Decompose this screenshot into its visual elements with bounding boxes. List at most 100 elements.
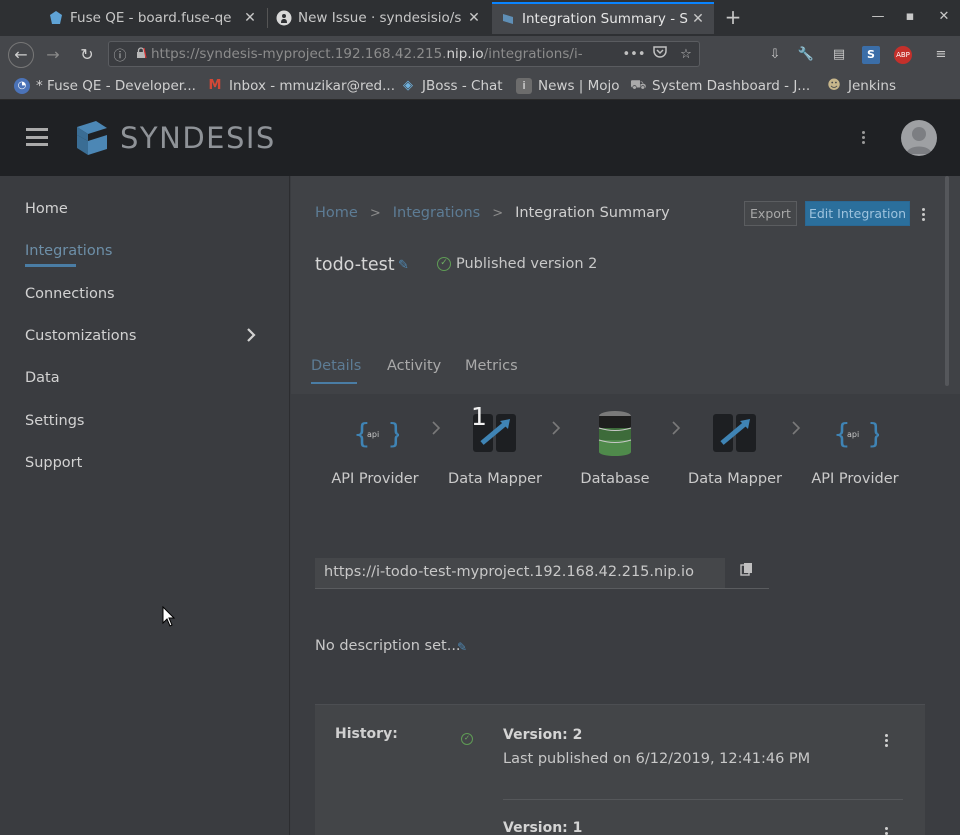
menu-icon[interactable]: ≡ bbox=[932, 46, 950, 64]
forward-button[interactable]: → bbox=[40, 42, 66, 68]
api-icon: {}api bbox=[351, 411, 399, 455]
svg-text:api: api bbox=[847, 430, 859, 439]
url-text[interactable]: https://syndesis-myproject.192.168.42.21… bbox=[151, 46, 621, 62]
flow-step[interactable]: Data Mapper bbox=[445, 411, 545, 487]
tab-metrics[interactable]: Metrics bbox=[465, 358, 518, 374]
sidebar-item-home[interactable]: Home bbox=[25, 201, 68, 217]
integration-url-field[interactable]: https://i-todo-test-myproject.192.168.42… bbox=[315, 558, 725, 589]
flow-step[interactable]: Database bbox=[565, 411, 665, 487]
close-icon[interactable]: ✕ bbox=[690, 11, 706, 27]
export-button[interactable]: Export bbox=[744, 201, 797, 226]
history-version: Version: 1 bbox=[503, 820, 583, 835]
integration-name: todo-test bbox=[315, 255, 395, 275]
tab-title: Fuse QE - board.fuse-qe bbox=[70, 10, 232, 26]
bookmark-item[interactable]: M Inbox - mmuzikar@red... bbox=[207, 77, 395, 95]
history-divider bbox=[503, 799, 903, 800]
step-count-badge: 1 bbox=[471, 402, 487, 431]
lock-icon[interactable] bbox=[131, 46, 151, 62]
gmail-icon: M bbox=[208, 78, 222, 93]
actions-kebab-icon[interactable] bbox=[921, 208, 925, 223]
zenhub-icon bbox=[48, 10, 64, 26]
close-icon[interactable]: ✕ bbox=[242, 10, 258, 26]
new-tab-button[interactable]: + bbox=[722, 6, 744, 28]
url-bar[interactable]: ⓘ https://syndesis-myproject.192.168.42.… bbox=[108, 41, 700, 67]
avatar[interactable] bbox=[901, 120, 937, 156]
browser-tab-active[interactable]: Integration Summary - S ✕ bbox=[492, 2, 714, 34]
history-date: Last published on 6/12/2019, 12:41:46 PM bbox=[503, 751, 811, 767]
maximize-icon[interactable]: ▪ bbox=[902, 9, 918, 25]
sidebar-active-indicator bbox=[25, 264, 76, 267]
browser-tab[interactable]: New Issue · syndesisio/s ✕ bbox=[268, 2, 490, 34]
close-icon[interactable]: ✕ bbox=[466, 10, 482, 26]
flow-arrow-icon bbox=[551, 420, 561, 440]
bookmark-item[interactable]: ◔ * Fuse QE - Developer... bbox=[14, 77, 196, 95]
bookmarks-bar: ◔ * Fuse QE - Developer... M Inbox - mmu… bbox=[0, 72, 960, 100]
extension-s-icon[interactable]: S bbox=[862, 46, 880, 64]
header-kebab-icon[interactable] bbox=[861, 131, 865, 146]
chevron-right-icon[interactable] bbox=[246, 327, 256, 343]
reload-button[interactable]: ↻ bbox=[74, 42, 100, 68]
browser-tab-bar: Fuse QE - board.fuse-qe ✕ New Issue · sy… bbox=[0, 0, 960, 36]
sidebar-item-connections[interactable]: Connections bbox=[25, 286, 115, 302]
flow-step[interactable]: {}api API Provider bbox=[325, 411, 425, 487]
syndesis-icon bbox=[500, 11, 516, 27]
breadcrumb-home[interactable]: Home bbox=[315, 205, 358, 221]
browser-tab[interactable]: Fuse QE - board.fuse-qe ✕ bbox=[40, 2, 266, 34]
step-label: Data Mapper bbox=[448, 471, 542, 487]
mojo-icon: i bbox=[516, 78, 532, 94]
flow-step[interactable]: {}api API Provider bbox=[805, 411, 905, 487]
edit-description-pencil-icon[interactable]: ✎ bbox=[457, 640, 467, 654]
check-circle-icon: ✓ bbox=[437, 257, 451, 271]
tab-details[interactable]: Details bbox=[311, 358, 361, 374]
flow-step[interactable]: Data Mapper bbox=[685, 411, 785, 487]
sidebar-item-settings[interactable]: Settings bbox=[25, 413, 84, 429]
hamburger-menu-icon[interactable] bbox=[26, 128, 48, 146]
step-label: API Provider bbox=[811, 471, 899, 487]
copy-icon[interactable] bbox=[725, 558, 769, 589]
scrollbar[interactable] bbox=[945, 176, 949, 386]
url-suffix: /integrations/i- bbox=[483, 46, 583, 62]
mouse-cursor-icon bbox=[162, 606, 176, 627]
bookmark-star-icon[interactable]: ☆ bbox=[673, 47, 699, 62]
check-circle-icon: ✓ bbox=[461, 733, 473, 745]
window-close-icon[interactable]: ✕ bbox=[936, 9, 952, 25]
sidebar-item-integrations[interactable]: Integrations bbox=[25, 243, 112, 259]
sidebar: Home Integrations Connections Customizat… bbox=[0, 176, 290, 835]
bookmark-label: JBoss - Chat bbox=[422, 78, 503, 94]
bookmark-label: News | Mojo bbox=[538, 78, 620, 94]
bookmark-item[interactable]: i News | Mojo bbox=[516, 77, 620, 95]
wrench-icon[interactable]: 🔧 bbox=[797, 46, 815, 64]
minimize-icon[interactable]: — bbox=[870, 9, 886, 25]
github-icon bbox=[276, 10, 292, 26]
history-version: Version: 2 bbox=[503, 727, 583, 743]
breadcrumb-integrations[interactable]: Integrations bbox=[393, 205, 480, 221]
history-label: History: bbox=[335, 726, 398, 742]
page-actions-icon[interactable]: ••• bbox=[621, 47, 647, 62]
version-kebab-icon[interactable] bbox=[884, 827, 888, 835]
firefox-icon: ◔ bbox=[14, 78, 30, 94]
back-button[interactable]: ← bbox=[8, 42, 34, 68]
sidebar-item-support[interactable]: Support bbox=[25, 455, 82, 471]
version-kebab-icon[interactable] bbox=[884, 734, 888, 749]
sidebar-item-data[interactable]: Data bbox=[25, 370, 60, 386]
sidebar-item-customizations[interactable]: Customizations bbox=[25, 328, 136, 344]
pocket-icon[interactable] bbox=[647, 45, 673, 63]
edit-integration-button[interactable]: Edit Integration bbox=[805, 201, 910, 226]
tab-title: Integration Summary - S bbox=[522, 11, 688, 27]
bookmark-item[interactable]: ◈ JBoss - Chat bbox=[400, 77, 503, 95]
syndesis-logo[interactable]: SYNDESIS bbox=[74, 118, 276, 158]
info-icon[interactable]: ⓘ bbox=[109, 45, 131, 64]
bookmark-item[interactable]: ☻ Jenkins bbox=[826, 77, 896, 95]
downloads-icon[interactable]: ⇩ bbox=[766, 46, 784, 64]
tab-activity[interactable]: Activity bbox=[387, 358, 441, 374]
adblock-icon[interactable]: ABP bbox=[894, 46, 912, 64]
breadcrumb-current: Integration Summary bbox=[515, 205, 670, 221]
step-label: API Provider bbox=[331, 471, 419, 487]
url-host: nip.io bbox=[446, 46, 484, 62]
edit-name-pencil-icon[interactable]: ✎ bbox=[398, 258, 409, 273]
flow-arrow-icon bbox=[431, 420, 441, 440]
jira-icon: ⛟ bbox=[630, 78, 647, 93]
sidebar-icon[interactable]: ▤ bbox=[830, 46, 848, 64]
url-prefix: https://syndesis-myproject.192.168.42.21… bbox=[151, 46, 447, 62]
bookmark-item[interactable]: ⛟ System Dashboard - J... bbox=[630, 77, 810, 95]
